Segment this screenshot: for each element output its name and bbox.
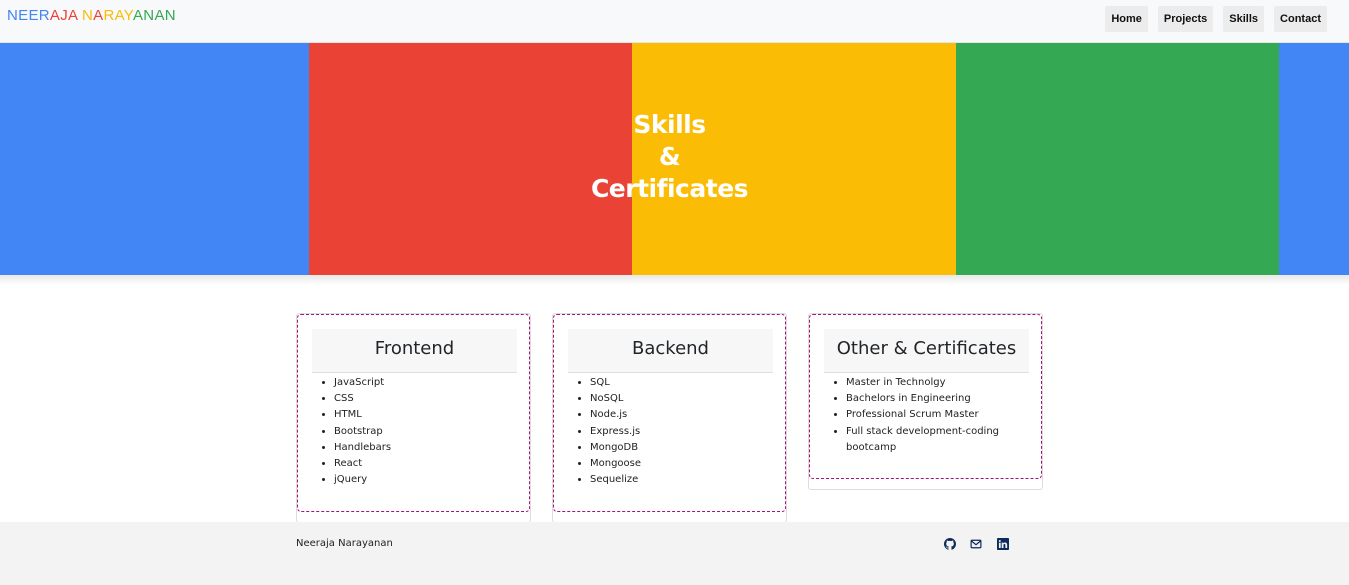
list-item: NoSQL — [590, 391, 768, 407]
brand-letter: J — [60, 7, 69, 24]
card-title: Other & Certificates — [824, 329, 1029, 373]
nav-skills-link[interactable]: Skills — [1223, 6, 1265, 32]
card-title: Backend — [568, 329, 773, 373]
footer: Neeraja Narayanan — [0, 522, 1349, 585]
list-item: jQuery — [334, 472, 512, 488]
brand-letter: R — [103, 7, 115, 24]
card-title: Frontend — [312, 329, 517, 373]
footer-name: Neeraja Narayanan — [296, 538, 393, 549]
list-item: Sequelize — [590, 472, 768, 488]
brand-logo[interactable]: NEERAJA NARAYANAN — [7, 7, 176, 25]
brand-letter: A — [68, 7, 78, 24]
list-item: Bachelors in Engineering — [846, 391, 1024, 407]
navbar: NEERAJA NARAYANAN Home Projects Skills C… — [0, 0, 1349, 43]
list-item: Mongoose — [590, 456, 768, 472]
certificate-list: Master in Technolgy Bachelors in Enginee… — [824, 375, 1024, 456]
brand-letter: Y — [123, 7, 133, 24]
list-item: Professional Scrum Master — [846, 407, 1024, 423]
brand-letter: N — [81, 7, 94, 24]
list-item: Node.js — [590, 407, 768, 423]
list-item: JavaScript — [334, 375, 512, 391]
hero-title-line: & — [658, 142, 681, 171]
brand-letter: N — [143, 7, 155, 24]
brand-letter: E — [28, 7, 39, 24]
list-item: Express.js — [590, 424, 768, 440]
card-other-certificates: Other & Certificates Master in Technolgy… — [809, 314, 1042, 479]
nav-home-link[interactable]: Home — [1105, 6, 1148, 32]
brand-letter: A — [132, 7, 144, 24]
linkedin-icon[interactable] — [997, 535, 1009, 550]
list-item: MongoDB — [590, 440, 768, 456]
card-backend: Backend SQL NoSQL Node.js Express.js Mon… — [553, 314, 786, 512]
list-item: CSS — [334, 391, 512, 407]
skill-list: JavaScript CSS HTML Bootstrap Handlebars… — [312, 375, 512, 488]
hero-title-line: Skills — [633, 110, 706, 139]
list-item: SQL — [590, 375, 768, 391]
list-item: Master in Technolgy — [846, 375, 1024, 391]
brand-letter: N — [7, 7, 19, 24]
list-item: HTML — [334, 407, 512, 423]
skill-list: SQL NoSQL Node.js Express.js MongoDB Mon… — [568, 375, 768, 488]
nav-menu: Home Projects Skills Contact — [1105, 6, 1327, 32]
brand-letter: R — [38, 7, 50, 24]
list-item: Full stack development-coding bootcamp — [846, 424, 1024, 456]
list-item: Bootstrap — [334, 424, 512, 440]
nav-projects-link[interactable]: Projects — [1157, 6, 1214, 32]
list-item: Handlebars — [334, 440, 512, 456]
brand-letter: E — [18, 7, 29, 24]
list-item: React — [334, 456, 512, 472]
hero-title-line: Certificates — [590, 174, 749, 203]
brand-letter: A — [93, 7, 104, 24]
brand-letter: A — [114, 7, 124, 24]
hero-shadow — [0, 275, 1349, 285]
mail-icon[interactable] — [970, 535, 982, 549]
nav-contact-link[interactable]: Contact — [1274, 6, 1327, 32]
hero-title: Skills & Certificates — [0, 109, 1339, 205]
hero-banner: Skills & Certificates — [0, 43, 1349, 275]
card-frontend: Frontend JavaScript CSS HTML Bootstrap H… — [297, 314, 530, 512]
brand-letter: N — [164, 7, 176, 24]
brand-letter: A — [49, 7, 61, 24]
github-icon[interactable] — [944, 535, 956, 550]
brand-letter: A — [154, 7, 165, 24]
